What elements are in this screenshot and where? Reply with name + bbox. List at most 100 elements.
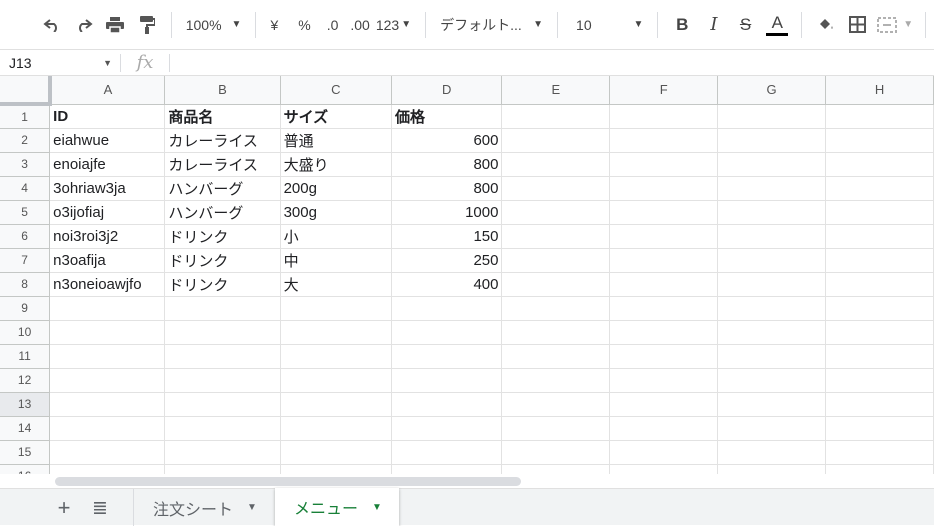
cell-b5[interactable]: ハンバーグ xyxy=(164,200,281,225)
row-header[interactable]: 12 xyxy=(0,368,51,393)
cell-h10[interactable] xyxy=(825,320,934,345)
increase-decimal-button[interactable]: .00 xyxy=(344,17,375,33)
row-header[interactable]: 2 xyxy=(0,128,51,153)
cell-d7[interactable]: 250 xyxy=(391,248,503,273)
undo-icon[interactable] xyxy=(36,10,68,40)
row-header[interactable]: 9 xyxy=(0,296,51,321)
cell-g9[interactable] xyxy=(717,296,827,321)
cell-b13[interactable] xyxy=(164,392,281,417)
cell-f4[interactable] xyxy=(609,176,719,201)
paint-format-icon[interactable] xyxy=(131,10,163,40)
cell-b4[interactable]: ハンバーグ xyxy=(164,176,281,201)
cell-b1[interactable]: 商品名 xyxy=(164,104,281,129)
cell-a3[interactable]: enoiajfe xyxy=(49,152,166,177)
cell-a4[interactable]: 3ohriaw3ja xyxy=(49,176,166,201)
cell-h5[interactable] xyxy=(825,200,934,225)
cell-b10[interactable] xyxy=(164,320,281,345)
cell-f3[interactable] xyxy=(609,152,719,177)
cell-e13[interactable] xyxy=(501,392,611,417)
more-formats-select[interactable]: 123 ▼ xyxy=(376,10,417,40)
column-header-d[interactable]: D xyxy=(391,76,503,105)
borders-icon[interactable] xyxy=(842,10,874,40)
cell-a6[interactable]: noi3roi3j2 xyxy=(49,224,166,249)
cell-f15[interactable] xyxy=(609,440,719,465)
merge-cells-icon[interactable]: ▼ xyxy=(873,10,917,40)
cell-c12[interactable] xyxy=(280,368,393,393)
row-header[interactable]: 4 xyxy=(0,176,51,201)
cell-h9[interactable] xyxy=(825,296,934,321)
column-header-a[interactable]: A xyxy=(49,76,166,105)
cell-f14[interactable] xyxy=(609,416,719,441)
cell-a12[interactable] xyxy=(49,368,166,393)
cell-h14[interactable] xyxy=(825,416,934,441)
cell-h2[interactable] xyxy=(825,128,934,153)
cell-e6[interactable] xyxy=(501,224,611,249)
cell-b3[interactable]: カレーライス xyxy=(164,152,281,177)
row-header[interactable]: 16 xyxy=(0,464,51,474)
cell-e12[interactable] xyxy=(501,368,611,393)
cell-b12[interactable] xyxy=(164,368,281,393)
cell-c16[interactable] xyxy=(280,464,393,474)
row-header[interactable]: 5 xyxy=(0,200,51,225)
cell-b9[interactable] xyxy=(164,296,281,321)
cell-d15[interactable] xyxy=(391,440,503,465)
cell-f16[interactable] xyxy=(609,464,719,474)
cell-b15[interactable] xyxy=(164,440,281,465)
cell-e7[interactable] xyxy=(501,248,611,273)
row-header[interactable]: 1 xyxy=(0,104,51,129)
column-header-e[interactable]: E xyxy=(501,76,611,105)
cell-b8[interactable]: ドリンク xyxy=(164,272,281,297)
cell-e11[interactable] xyxy=(501,344,611,369)
cell-g8[interactable] xyxy=(717,272,827,297)
row-header[interactable]: 15 xyxy=(0,440,51,465)
cell-a13[interactable] xyxy=(49,392,166,417)
cell-c11[interactable] xyxy=(280,344,393,369)
cell-a16[interactable] xyxy=(49,464,166,474)
cell-h4[interactable] xyxy=(825,176,934,201)
percent-button[interactable]: % xyxy=(292,17,316,33)
cell-b2[interactable]: カレーライス xyxy=(164,128,281,153)
cell-a10[interactable] xyxy=(49,320,166,345)
print-icon[interactable] xyxy=(99,10,131,40)
cell-d16[interactable] xyxy=(391,464,503,474)
cell-c9[interactable] xyxy=(280,296,393,321)
cell-a2[interactable]: eiahwue xyxy=(49,128,166,153)
row-header[interactable]: 7 xyxy=(0,248,51,273)
cell-e9[interactable] xyxy=(501,296,611,321)
cell-h13[interactable] xyxy=(825,392,934,417)
cell-e5[interactable] xyxy=(501,200,611,225)
cell-g14[interactable] xyxy=(717,416,827,441)
cell-f5[interactable] xyxy=(609,200,719,225)
cell-f9[interactable] xyxy=(609,296,719,321)
cell-h7[interactable] xyxy=(825,248,934,273)
cell-e3[interactable] xyxy=(501,152,611,177)
cell-b16[interactable] xyxy=(164,464,281,474)
row-header[interactable]: 10 xyxy=(0,320,51,345)
cell-a15[interactable] xyxy=(49,440,166,465)
cell-d6[interactable]: 150 xyxy=(391,224,503,249)
cell-f12[interactable] xyxy=(609,368,719,393)
cell-h1[interactable] xyxy=(825,104,934,129)
cell-c6[interactable]: 小 xyxy=(280,224,393,249)
cell-e1[interactable] xyxy=(501,104,611,129)
cell-a1[interactable]: ID xyxy=(49,104,166,129)
decrease-decimal-button[interactable]: .0 xyxy=(321,17,345,33)
column-header-b[interactable]: B xyxy=(164,76,281,105)
cell-f10[interactable] xyxy=(609,320,719,345)
cell-f11[interactable] xyxy=(609,344,719,369)
cell-g12[interactable] xyxy=(717,368,827,393)
cell-b7[interactable]: ドリンク xyxy=(164,248,281,273)
cell-c10[interactable] xyxy=(280,320,393,345)
cell-e15[interactable] xyxy=(501,440,611,465)
add-sheet-button[interactable]: + xyxy=(52,497,76,521)
bold-button[interactable]: B xyxy=(666,10,698,40)
redo-icon[interactable] xyxy=(68,10,100,40)
cell-f6[interactable] xyxy=(609,224,719,249)
italic-button[interactable]: I xyxy=(698,10,730,40)
cell-b6[interactable]: ドリンク xyxy=(164,224,281,249)
cell-d9[interactable] xyxy=(391,296,503,321)
cell-a14[interactable] xyxy=(49,416,166,441)
strikethrough-button[interactable]: S xyxy=(730,10,762,40)
cell-g16[interactable] xyxy=(717,464,827,474)
select-all-corner[interactable] xyxy=(0,76,52,106)
